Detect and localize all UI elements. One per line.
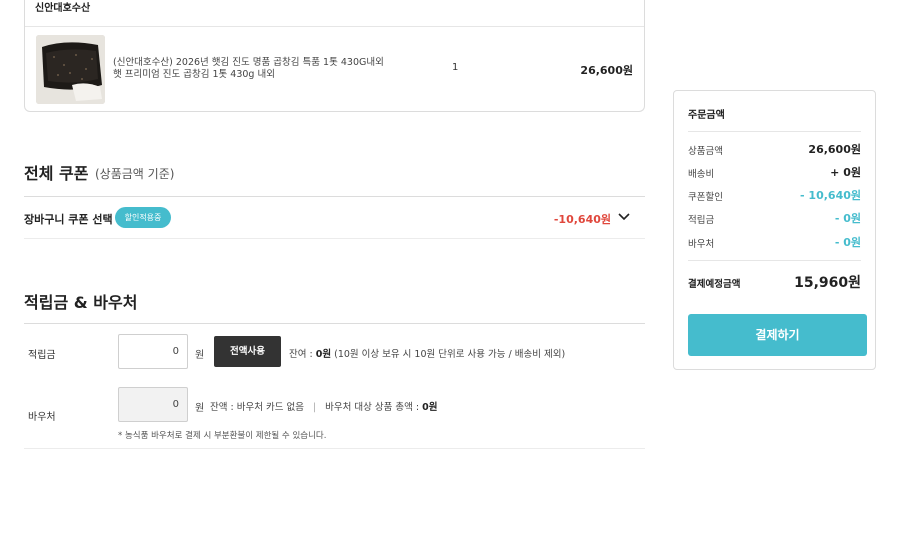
- coupon-section-subtitle: (상품금액 기준): [95, 167, 175, 181]
- product-name[interactable]: (신안대호수산) 2026년 햇김 진도 명품 곱창김 특품 1톳 430G내외…: [113, 57, 393, 81]
- coupon-section-title: 전체 쿠폰: [24, 164, 89, 183]
- seller-divider: [25, 26, 644, 27]
- summary-voucher-label: 바우처: [688, 239, 715, 250]
- voucher-unit: 원: [195, 403, 205, 414]
- summary-divider: [688, 131, 861, 132]
- product-price: 26,600원: [580, 64, 633, 77]
- seller-order-box: 신안대호수산 (신안대호수산) 2026년 햇김 진도 명품 곱창김 특품 1톳…: [24, 0, 645, 112]
- order-summary-card: 주문금액 상품금액 26,600원 배송비 + 0원 쿠폰할인 - 10,640…: [673, 90, 876, 370]
- points-input[interactable]: 0: [118, 334, 188, 369]
- coupon-bottom-divider: [24, 238, 645, 239]
- summary-points-label: 적립금: [688, 215, 715, 226]
- points-top-divider: [24, 323, 645, 324]
- summary-coupon-value: - 10,640원: [800, 189, 861, 202]
- coupon-top-divider: [24, 196, 645, 197]
- product-thumbnail[interactable]: [36, 35, 105, 104]
- points-bottom-divider: [24, 448, 645, 449]
- points-label: 적립금: [28, 350, 56, 361]
- cart-coupon-label: 장바구니 쿠폰 선택: [24, 213, 113, 226]
- summary-total-value: 15,960원: [794, 275, 861, 291]
- summary-product-amount-label: 상품금액: [688, 146, 723, 157]
- summary-shipping-label: 배송비: [688, 169, 715, 180]
- discount-applied-badge: 할인적용중: [115, 207, 171, 228]
- summary-voucher-value: - 0원: [834, 236, 861, 249]
- points-section-title: 적립금 & 바우처: [24, 293, 138, 312]
- summary-product-amount-value: 26,600원: [808, 143, 861, 156]
- chevron-down-icon[interactable]: [617, 210, 631, 224]
- seller-name: 신안대호수산: [35, 3, 91, 14]
- voucher-balance-info: 잔액 : 바우처 카드 없음 | 바우처 대상 상품 총액 : 0원: [210, 402, 438, 413]
- points-unit: 원: [195, 350, 205, 361]
- summary-total-divider: [688, 260, 861, 261]
- points-balance-info: 잔여 : 0원 (10원 이상 보유 시 10원 단위로 사용 가능 / 배송비…: [289, 349, 566, 360]
- summary-shipping-value: + 0원: [830, 166, 861, 179]
- summary-points-value: - 0원: [834, 212, 861, 225]
- voucher-note: * 농식품 바우처로 결제 시 부분환불이 제한될 수 있습니다.: [118, 431, 327, 441]
- voucher-label: 바우처: [28, 412, 56, 423]
- voucher-input: 0: [118, 387, 188, 422]
- use-all-points-button[interactable]: 전액사용: [214, 336, 281, 367]
- summary-total-label: 결제예정금액: [688, 279, 741, 290]
- product-quantity: 1: [452, 62, 459, 73]
- summary-title: 주문금액: [688, 110, 725, 121]
- summary-coupon-label: 쿠폰할인: [688, 192, 723, 203]
- pay-button[interactable]: 결제하기: [688, 314, 867, 356]
- coupon-discount-amount: -10,640원: [553, 213, 611, 226]
